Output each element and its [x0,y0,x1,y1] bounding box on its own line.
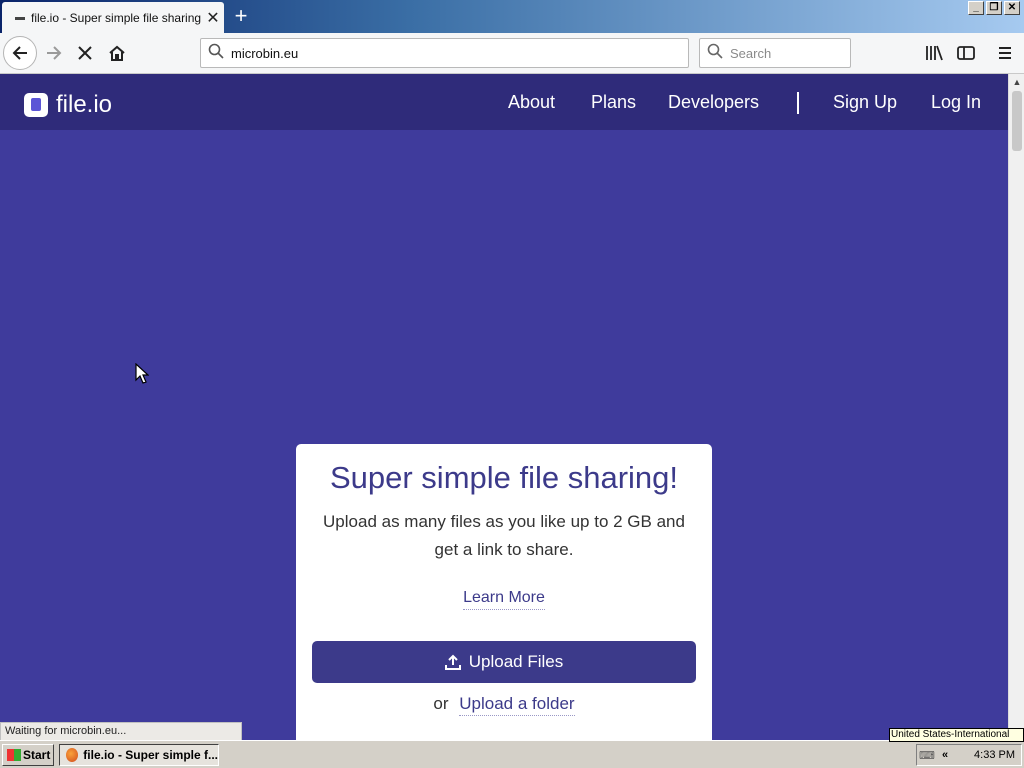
card-title: Super simple file sharing! [329,460,679,495]
taskbar-firefox-button[interactable]: file.io - Super simple f... [59,744,219,766]
browser-tab[interactable]: ▬ file.io - Super simple file sharing ✕ [2,2,224,33]
tab-title: file.io - Super simple file sharing [31,10,202,25]
forward-arrow-icon [47,46,62,60]
firefox-icon [66,748,79,762]
expand-tray-icon[interactable]: « [937,749,953,761]
or-text: or [433,694,449,713]
window-controls: _ ❐ ✕ [968,1,1020,15]
close-tab-icon[interactable]: ✕ [202,8,224,28]
nav-log-in-link[interactable]: Log In [931,92,981,113]
minimize-button[interactable]: _ [968,1,984,15]
loading-icon: ▬ [15,12,25,23]
status-tooltip: Waiting for microbin.eu... [0,722,242,741]
scroll-thumb[interactable] [1012,91,1022,151]
taskbar-task-label: file.io - Super simple f... [83,748,218,762]
forward-button[interactable] [38,37,70,69]
upload-files-label: Upload Files [468,652,564,671]
upload-icon [444,654,461,670]
browser-navigation-bar: microbin.eu Search [0,33,1024,74]
menu-icon[interactable] [990,37,1020,69]
restore-button[interactable]: ❐ [986,1,1002,15]
mouse-cursor-icon [135,363,149,384]
new-tab-button[interactable]: + [228,3,254,29]
stop-icon [78,46,92,60]
clock[interactable]: 4:33 PM [953,749,1021,761]
site-navigation: About Plans Developers Sign Up Log In [0,92,1008,114]
nav-sign-up-link[interactable]: Sign Up [833,92,897,113]
home-button[interactable] [101,37,133,69]
address-bar[interactable]: microbin.eu [200,38,689,68]
taskbar: Start file.io - Super simple f... ⌨ « 4:… [0,740,1024,768]
webpage-content: file.io About Plans Developers Sign Up L… [0,74,1008,740]
url-text: microbin.eu [231,45,299,61]
language-tooltip: United States-International [889,728,1024,742]
windows-logo-icon [7,749,21,761]
upload-files-button[interactable]: Upload Files [312,641,696,683]
search-icon [201,43,231,63]
card-description: Upload as many files as you like up to 2… [323,512,685,559]
upload-folder-link[interactable]: Upload a folder [459,694,575,716]
scroll-up-arrow-icon[interactable]: ▲ [1009,74,1024,90]
learn-more-link[interactable]: Learn More [463,589,545,610]
keyboard-icon[interactable]: ⌨ [917,749,937,762]
search-box[interactable]: Search [699,38,851,68]
upload-folder-row: or Upload a folder [296,694,712,716]
back-button[interactable] [3,36,37,70]
browser-tab-strip: ▬ file.io - Super simple file sharing ✕ … [0,0,1024,33]
search-icon [700,43,730,63]
start-button[interactable]: Start [2,744,54,766]
nav-plans-link[interactable]: Plans [591,92,636,113]
upload-card: Super simple file sharing! Upload as man… [296,444,712,740]
home-icon [109,45,125,61]
close-window-button[interactable]: ✕ [1004,1,1020,15]
start-label: Start [23,748,51,762]
library-icon[interactable] [919,37,949,69]
nav-about-link[interactable]: About [508,92,555,113]
back-arrow-icon [12,46,27,60]
system-tray: ⌨ « 4:33 PM [916,744,1022,766]
nav-developers-link[interactable]: Developers [668,92,759,113]
search-placeholder: Search [730,45,772,61]
site-header: file.io About Plans Developers Sign Up L… [0,74,1008,130]
sidebar-icon[interactable] [951,37,981,69]
stop-loading-button[interactable] [69,37,101,69]
vertical-scrollbar[interactable]: ▲ [1008,74,1024,740]
nav-divider [797,92,799,114]
